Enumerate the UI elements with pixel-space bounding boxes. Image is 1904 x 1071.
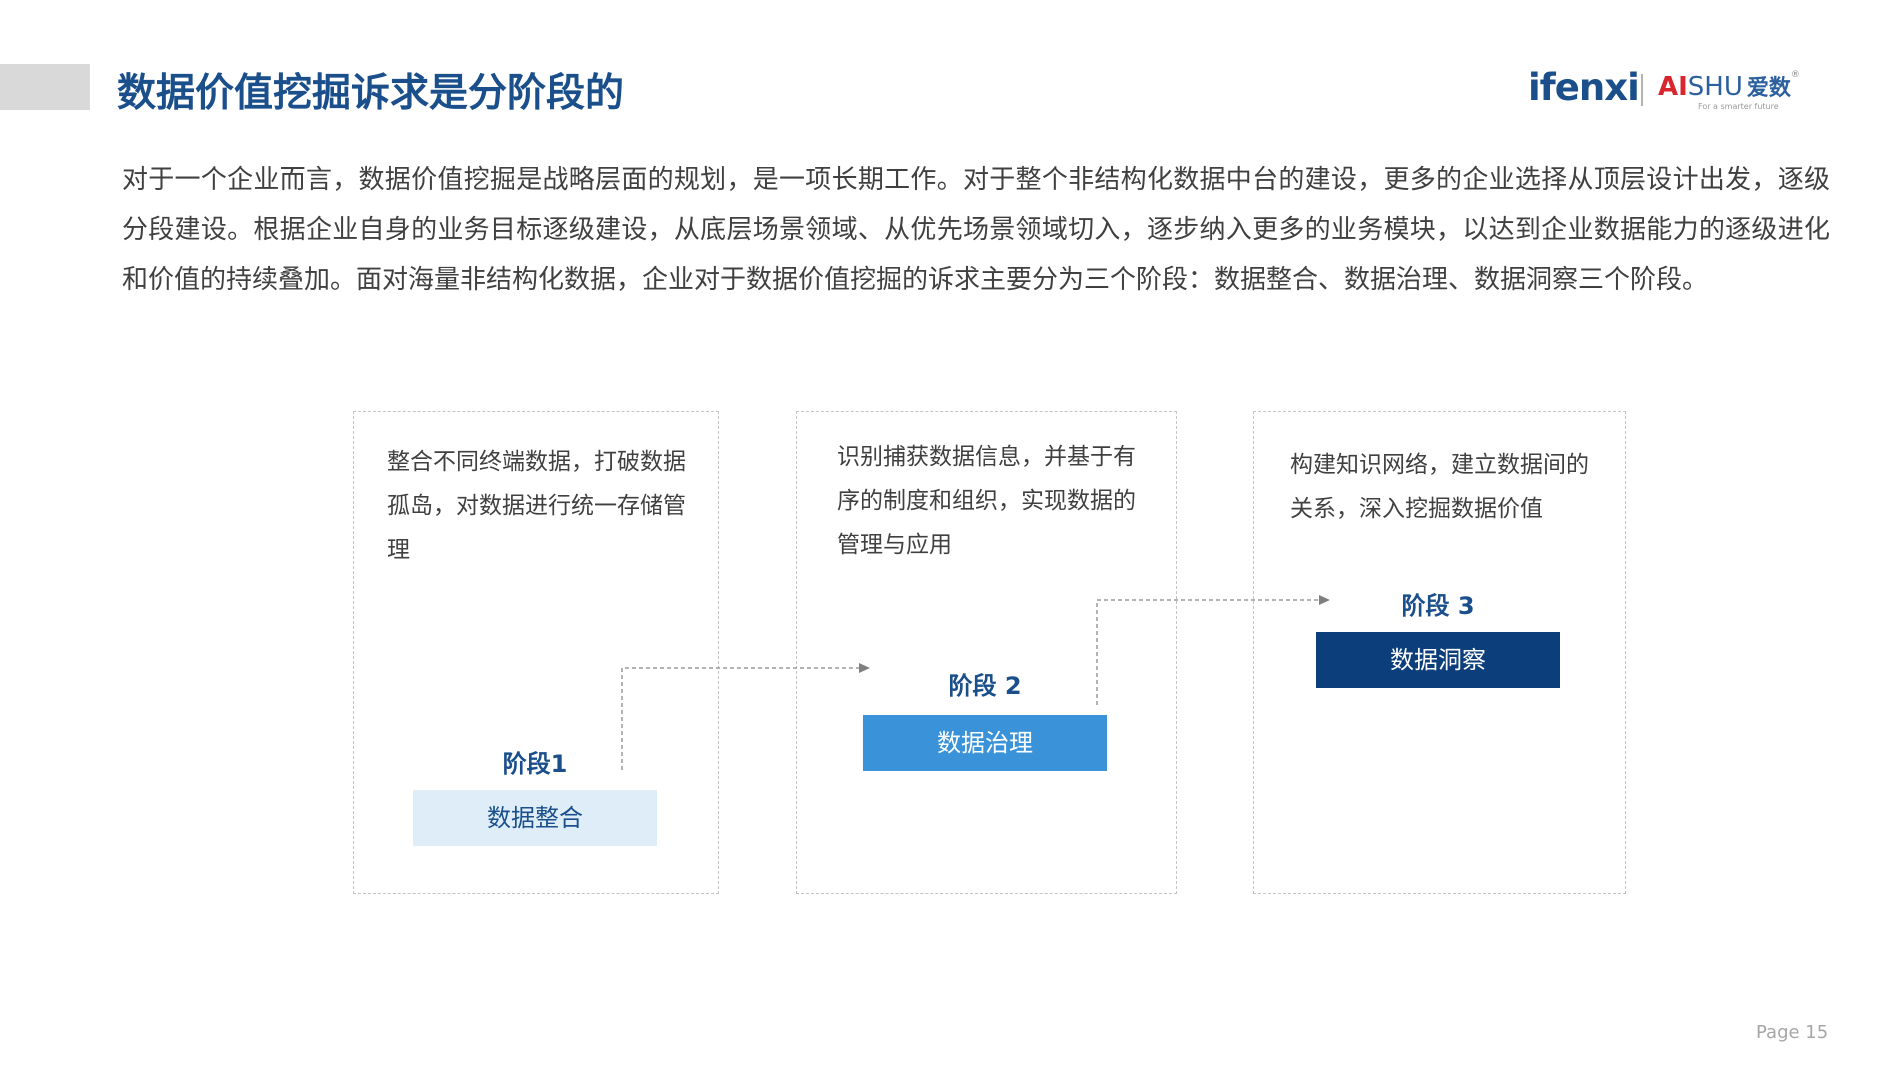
stage-3-label: 阶段 3 [1401,592,1475,620]
logo-divider [1641,74,1643,106]
page-number: Page 15 [1756,1022,1829,1043]
stage-2-label: 阶段 2 [948,672,1022,700]
aishu-logo: AISHU 爱数® [1658,70,1800,102]
stage-1-label: 阶段1 [502,750,568,778]
page-title: 数据价值挖掘诉求是分阶段的 [117,71,625,116]
aishu-logo-shu: SHU [1687,72,1743,102]
title-accent-bar [0,64,90,110]
stage-2-block: 数据治理 [863,715,1107,771]
stage-3-block: 数据洞察 [1316,632,1560,688]
stage-2-description: 识别捕获数据信息，并基于有序的制度和组织，实现数据的管理与应用 [837,444,1136,558]
intro-paragraph: 对于一个企业而言，数据价值挖掘是战略层面的规划，是一项长期工作。对于整个非结构化… [122,165,1830,295]
ifenxi-logo: ifenxi [1528,66,1640,109]
stage-1-block: 数据整合 [413,790,657,846]
stage-3-description: 构建知识网络，建立数据间的关系，深入挖掘数据价值 [1290,452,1589,522]
aishu-logo-cn: 爱数 [1746,76,1791,101]
stage-1-description: 整合不同终端数据，打破数据孤岛，对数据进行统一存储管理 [387,449,686,563]
aishu-logo-registered: ® [1790,70,1800,80]
aishu-logo-ai: AI [1658,72,1688,102]
aishu-logo-tagline: For a smarter future [1698,102,1779,111]
